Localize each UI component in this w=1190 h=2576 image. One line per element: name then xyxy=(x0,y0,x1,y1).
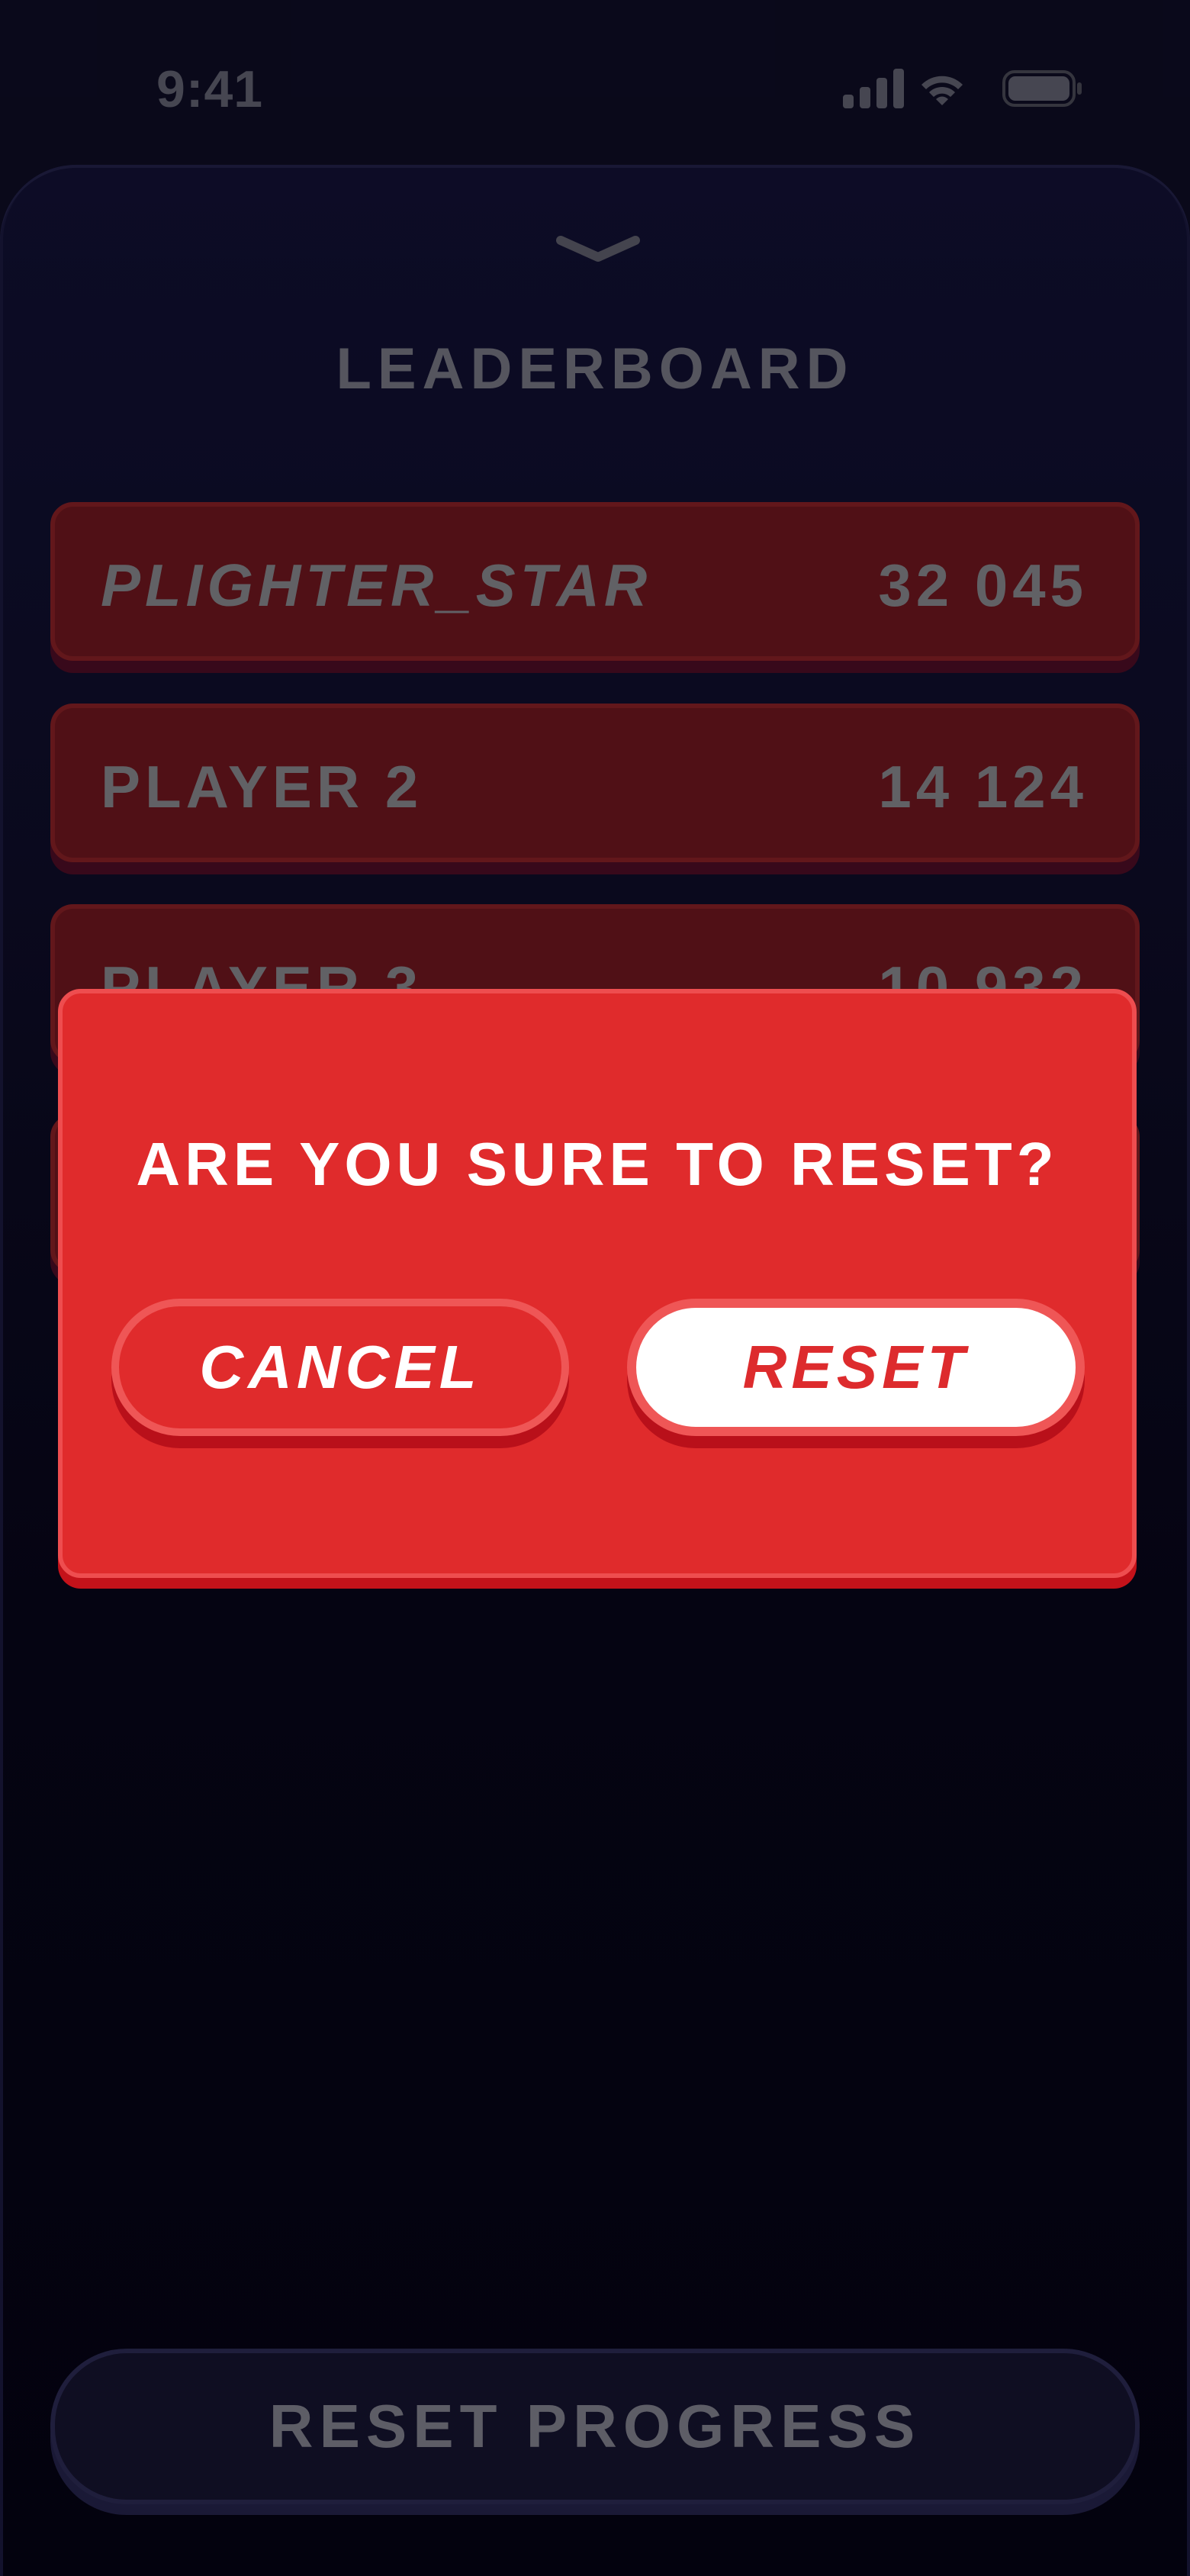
signal-icon xyxy=(843,69,904,108)
status-icons xyxy=(839,69,1083,108)
reset-button[interactable]: RESET xyxy=(627,1299,1085,1436)
cancel-button[interactable]: CANCEL xyxy=(111,1299,569,1436)
reset-progress-button[interactable]: RESET PROGRESS xyxy=(50,2349,1140,2504)
status-time: 9:41 xyxy=(156,60,264,118)
player-name: PLAYER 2 xyxy=(101,753,423,820)
leaderboard-row[interactable]: PLAYER 2 14 124 xyxy=(50,704,1140,862)
wifi-icon xyxy=(921,76,963,105)
chevron-down-icon[interactable] xyxy=(555,233,642,263)
player-score: 32 045 xyxy=(878,552,1088,619)
page-title: LEADERBOARD xyxy=(336,336,854,401)
leaderboard-row[interactable]: PLIGHTER_STAR 32 045 xyxy=(50,502,1140,661)
player-score: 14 124 xyxy=(878,753,1088,820)
status-bar: 9:41 xyxy=(0,0,1190,168)
dialog-title: ARE YOU SURE TO RESET? xyxy=(136,1130,1059,1198)
player-name: PLIGHTER_STAR xyxy=(101,552,652,619)
reset-confirm-dialog: ARE YOU SURE TO RESET? CANCEL RESET xyxy=(58,989,1137,1578)
battery-icon xyxy=(1002,70,1082,107)
